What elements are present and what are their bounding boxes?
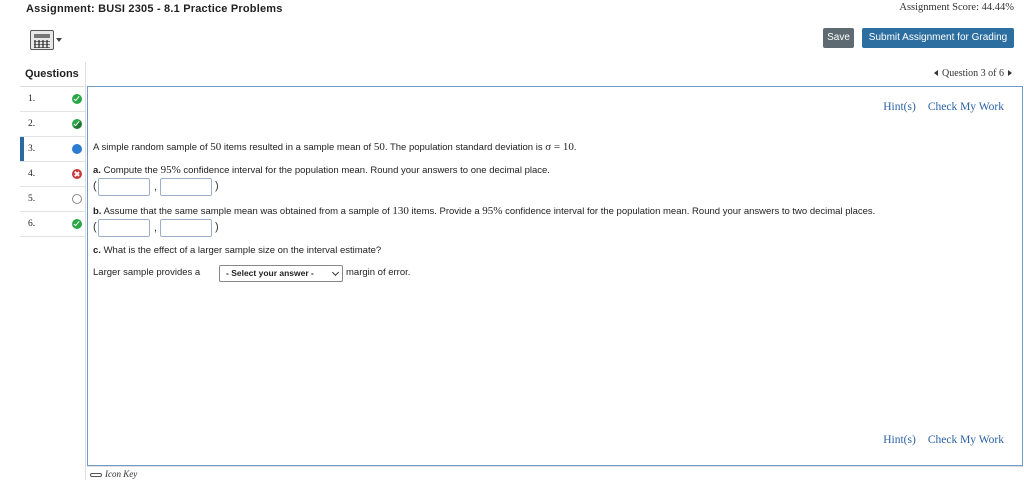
save-button[interactable]: Save — [823, 28, 854, 48]
part-a-upper-input[interactable] — [160, 178, 212, 196]
divider — [87, 466, 1023, 467]
hints-link[interactable]: Hint(s) — [883, 101, 916, 113]
question-counter: Question 3 of 6 — [942, 68, 1004, 79]
question-number: 3. — [28, 144, 36, 154]
margin-of-error-select[interactable]: - Select your answer - — [219, 265, 343, 282]
sidebar-item-question-5[interactable]: 5. — [20, 187, 85, 212]
question-intro: A simple random sample of 50 items resul… — [93, 141, 577, 153]
icon-key[interactable]: Icon Key — [90, 469, 137, 479]
sidebar-item-question-4[interactable]: 4. — [20, 162, 85, 187]
check-my-work-link-bottom[interactable]: Check My Work — [928, 434, 1004, 446]
question-panel: Hint(s) Check My Work A simple random sam… — [87, 86, 1023, 466]
check-circle-icon — [72, 219, 82, 229]
submit-assignment-button[interactable]: Submit Assignment for Grading — [862, 28, 1014, 48]
part-c-pre-label: Larger sample provides a — [93, 267, 201, 278]
empty-circle-icon — [72, 194, 82, 204]
current-dot-icon — [72, 144, 82, 154]
question-number: 2. — [28, 119, 36, 129]
next-arrow-icon[interactable] — [1008, 70, 1012, 76]
chevron-down-icon — [56, 38, 62, 42]
part-a-lower-input[interactable] — [98, 178, 150, 196]
part-b-lower-input[interactable] — [98, 219, 150, 237]
assignment-score: Assignment Score: 44.44% — [899, 2, 1014, 13]
assignment-header: Assignment: BUSI 2305 - 8.1 Practice Pro… — [0, 0, 1024, 62]
check-circle-icon — [72, 94, 82, 104]
top-links: Hint(s) Check My Work — [871, 101, 1004, 113]
sidebar-item-question-2[interactable]: 2. — [20, 112, 85, 137]
part-b-prompt: b. Assume that the same sample mean was … — [93, 205, 876, 217]
sidebar-item-question-1[interactable]: 1. — [20, 87, 85, 112]
x-circle-icon — [72, 169, 82, 179]
partial-check-icon — [72, 119, 82, 129]
assignment-title: Assignment: BUSI 2305 - 8.1 Practice Pro… — [26, 3, 283, 15]
question-navigation: Question 3 of 6 — [934, 68, 1012, 79]
chevron-down-icon — [331, 268, 340, 277]
question-number: 6. — [28, 219, 36, 229]
sidebar-item-question-3[interactable]: 3. — [20, 137, 85, 162]
questions-heading: Questions — [20, 62, 85, 87]
part-a-prompt: a. Compute the 95% confidence interval f… — [93, 164, 550, 176]
key-icon — [90, 472, 102, 477]
hints-link-bottom[interactable]: Hint(s) — [883, 434, 916, 446]
check-my-work-link[interactable]: Check My Work — [928, 101, 1004, 113]
question-number: 5. — [28, 194, 36, 204]
part-b-upper-input[interactable] — [160, 219, 212, 237]
question-number: 4. — [28, 169, 36, 179]
questions-sidebar: Questions 1. 2. 3. 4. 5. 6. — [20, 62, 86, 480]
calculator-icon[interactable] — [30, 30, 62, 52]
part-c-post-label: margin of error. — [346, 267, 411, 278]
question-number: 1. — [28, 94, 36, 104]
previous-arrow-icon[interactable] — [934, 70, 939, 76]
part-c-prompt: c. What is the effect of a larger sample… — [93, 245, 382, 256]
bottom-links: Hint(s) Check My Work — [871, 434, 1004, 446]
sidebar-item-question-6[interactable]: 6. — [20, 212, 85, 237]
